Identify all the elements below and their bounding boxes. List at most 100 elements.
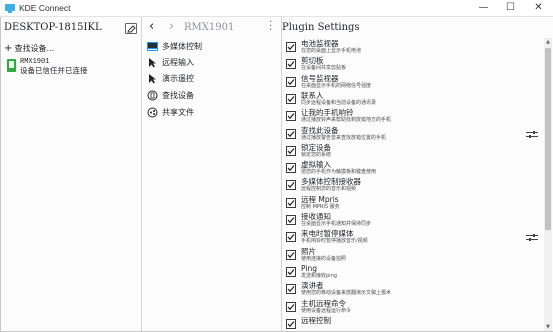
plugin-list: 电池监视器 在您的桌面上显示手机电池 剪切板 在设备间共享剪贴板 信号监视器 在桌面显示手… — [282, 38, 542, 331]
phone-ring-icon — [147, 90, 158, 101]
plugin-description: 锁定您的系统 — [301, 151, 332, 158]
find-devices-button[interactable]: + 查找设备... — [4, 43, 54, 55]
main-window: DESKTOP-1815IKL + 查找设备... RMX1901 设备已信任并… — [0, 17, 553, 332]
device-actions-panel: ‹ › RMX1901 · · · 多媒体控制 远程输入 演示遥控 查找设备 共… — [142, 17, 282, 331]
page-title: RMX1901 — [184, 22, 235, 33]
plugin-checkbox[interactable] — [286, 163, 296, 174]
plugin-checkbox[interactable] — [286, 111, 296, 122]
plugin-description: 通过播放铃声来帮助找到放错地方的手机 — [301, 117, 392, 124]
pencil-icon — [127, 25, 136, 33]
checkmark-icon — [287, 147, 295, 154]
settings-title: Plugin Settings — [282, 22, 360, 33]
plugin-description: 在设备间共享剪贴板 — [301, 65, 347, 72]
checkmark-icon — [287, 78, 295, 85]
device-status: 设备已信任并已连接 — [20, 66, 88, 75]
checkmark-icon — [287, 182, 295, 189]
action-label: 远程输入 — [162, 58, 194, 67]
plugin-description: 同步远程设备和当前设备的通讯录 — [301, 99, 377, 106]
scroll-down-icon[interactable]: ▼ — [544, 323, 552, 331]
plugin-settings-panel: Plugin Settings 电池监视器 在您的桌面上显示手机电池剪切板 在设备间… — [282, 17, 553, 331]
plugin-checkbox[interactable] — [286, 249, 296, 260]
checkmark-icon — [287, 303, 295, 310]
plugin-name: 锁定设备 — [301, 142, 331, 152]
plugin-name: 剪切板 — [301, 56, 324, 66]
checkmark-icon — [287, 61, 295, 68]
plugin-checkbox[interactable] — [286, 318, 296, 329]
plugin-description: 把您的手机作为触摸板和键盘使用 — [301, 169, 377, 176]
plugin-description: 通过播放警告音来查找放错位置的手机 — [301, 134, 387, 141]
action-label: 多媒体控制 — [162, 42, 202, 51]
action-find-device[interactable]: 查找设备 — [146, 88, 280, 104]
plugin-checkbox[interactable] — [286, 145, 296, 156]
smartphone-icon — [7, 59, 16, 72]
plus-icon: + — [4, 43, 13, 54]
window-title: KDE Connect — [19, 3, 71, 13]
action-label: 共享文件 — [162, 108, 194, 117]
checkmark-icon — [287, 286, 295, 293]
plugin-name: 主机远程命令 — [301, 298, 346, 308]
plugin-checkbox[interactable] — [286, 301, 296, 312]
checkmark-icon — [287, 113, 295, 120]
plugin-description: 使用您的移动设备来放翻演示文稿上报术 — [301, 290, 392, 297]
plugin-checkbox[interactable] — [286, 128, 296, 139]
plugin-checkbox[interactable] — [286, 180, 296, 191]
plugin-name: 查找此设备 — [301, 125, 339, 135]
pointer-icon — [149, 58, 156, 68]
plugin-checkbox[interactable] — [286, 284, 296, 295]
kde-connect-icon — [5, 4, 15, 13]
scrollbar[interactable]: ▲ ▼ — [544, 38, 552, 331]
overflow-menu-icon[interactable]: · · · — [269, 18, 273, 36]
find-devices-label: 查找设备... — [14, 44, 55, 53]
plugin-description: 在桌面显示手机的网络信号强度 — [301, 82, 372, 89]
device-name: RMX1901 — [20, 58, 50, 66]
maximize-button[interactable]: ☐ — [497, 0, 524, 17]
checkmark-icon — [287, 96, 295, 102]
checkmark-icon — [287, 269, 295, 275]
rename-button[interactable] — [125, 23, 137, 34]
plugin-description: 在您的桌面上显示手机电池 — [301, 48, 362, 54]
plugin-checkbox[interactable] — [286, 59, 296, 70]
checkmark-icon — [287, 199, 295, 206]
plugin-name: 远程控制 — [301, 315, 331, 325]
plugin-description: 远程控制您的音乐和视频 — [301, 186, 357, 193]
plugin-name: 来电时暂停媒体 — [301, 229, 354, 239]
scroll-thumb[interactable] — [545, 48, 551, 230]
plugin-name: 演讲者 — [301, 281, 324, 291]
plugin-name: 远程 Mpris — [301, 194, 339, 204]
checkmark-icon — [287, 234, 295, 241]
checkmark-icon — [287, 217, 295, 224]
action-label: 查找设备 — [162, 91, 194, 100]
configure-icon[interactable] — [526, 130, 538, 139]
checkmark-icon — [287, 251, 295, 258]
plugin-name: 接收通知 — [301, 212, 331, 221]
device-item[interactable]: RMX1901 设备已信任并已连接 — [2, 56, 141, 77]
plugin-checkbox[interactable] — [286, 42, 296, 52]
action-media-control[interactable]: 多媒体控制 — [146, 39, 280, 55]
minimize-button[interactable]: — — [470, 0, 497, 17]
action-remote-input[interactable]: 远程输入 — [146, 55, 280, 71]
action-presentation-remote[interactable]: 演示遥控 — [146, 71, 280, 87]
checkmark-icon — [287, 320, 295, 327]
plugin-checkbox[interactable] — [286, 197, 296, 208]
plugin-name: Ping — [301, 263, 317, 273]
plugin-name: 虚拟输入 — [301, 160, 331, 170]
configure-icon[interactable] — [526, 233, 538, 242]
plugin-name: 电池监视器 — [301, 39, 339, 48]
scroll-up-icon[interactable]: ▲ — [544, 38, 552, 46]
plugin-checkbox[interactable] — [286, 266, 296, 277]
action-label: 演示遥控 — [162, 74, 194, 83]
host-name: DESKTOP-1815IKL — [4, 22, 102, 33]
plugin-checkbox[interactable] — [286, 215, 296, 225]
plugin-row[interactable]: 远程控制 — [282, 315, 542, 331]
close-button[interactable]: ✕ — [525, 0, 552, 17]
plugin-checkbox[interactable] — [286, 93, 296, 104]
plugin-description: 使用设备远程运行命令 — [301, 307, 352, 314]
plugin-description: 发送和接收ping — [301, 272, 337, 279]
back-button[interactable]: ‹ — [149, 19, 154, 35]
plugin-checkbox[interactable] — [286, 232, 296, 243]
plugin-name: 照片 — [301, 246, 316, 256]
forward-button[interactable]: › — [169, 19, 174, 35]
action-share-files[interactable]: 共享文件 — [146, 105, 280, 121]
checkmark-icon — [287, 165, 295, 172]
plugin-checkbox[interactable] — [286, 76, 296, 87]
